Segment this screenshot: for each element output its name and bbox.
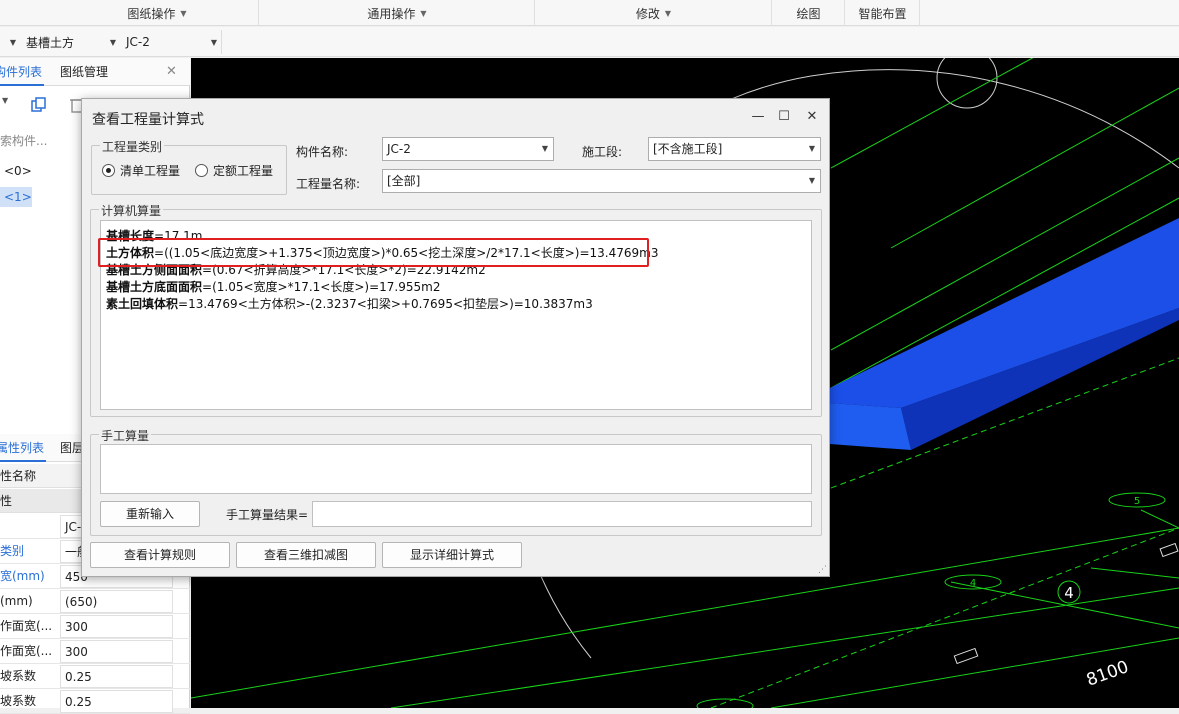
qty-type-group: 工程量类别 清单工程量 定额工程量 bbox=[91, 138, 287, 195]
ribbon-group-smart-layout[interactable]: 智能布置 bbox=[846, 0, 920, 26]
tab-drawing-manager[interactable]: 图纸管理 bbox=[60, 58, 108, 86]
floor-select[interactable]: ▼ bbox=[0, 30, 20, 54]
ribbon-group-common-ops[interactable]: 通用操作 ▼ bbox=[260, 0, 535, 26]
prop-row: 坡系数 0.25 bbox=[0, 664, 190, 689]
close-icon[interactable]: ✕ bbox=[166, 58, 177, 86]
maximize-icon[interactable]: ☐ bbox=[774, 107, 794, 127]
ribbon-group-draw[interactable]: 绘图 bbox=[773, 0, 845, 26]
ribbon-group-modify[interactable]: 修改 ▼ bbox=[536, 0, 772, 26]
close-icon[interactable]: ✕ bbox=[802, 107, 822, 127]
radio-list-quantity[interactable]: 清单工程量 bbox=[102, 162, 180, 179]
axis-number-label: 4 bbox=[1064, 584, 1074, 602]
component-selector-bar: ▼ 基槽土方 ▼ JC-2 ▼ bbox=[0, 27, 1179, 57]
prop-row: 作面宽(... 300 bbox=[0, 614, 190, 639]
dialog-title: 查看工程量计算式 bbox=[92, 112, 204, 128]
quantity-formula-dialog: 查看工程量计算式 — ☐ ✕ 工程量类别 清单工程量 定额工程量 构件名称: J… bbox=[81, 98, 830, 577]
radio-quota-quantity[interactable]: 定额工程量 bbox=[195, 162, 273, 179]
chevron-down-icon: ▼ bbox=[664, 8, 672, 18]
reinput-button[interactable]: 重新输入 bbox=[100, 501, 200, 527]
ribbon-toolbar: 图纸操作 ▼ 通用操作 ▼ 修改 ▼ 绘图 智能布置 bbox=[0, 0, 1179, 26]
radio-selected-icon bbox=[102, 164, 115, 177]
component-type-select[interactable]: 基槽土方 ▼ bbox=[20, 30, 120, 54]
highlight-annotation bbox=[98, 238, 649, 267]
radio-unselected-icon bbox=[195, 164, 208, 177]
manual-result-label: 手工算量结果= bbox=[226, 508, 309, 522]
chevron-down-icon: ▼ bbox=[808, 144, 815, 153]
prop-row: 坡系数 0.25 bbox=[0, 689, 190, 714]
stage-label: 施工段: bbox=[582, 145, 623, 159]
qty-name-label: 工程量名称: bbox=[296, 177, 361, 191]
stage-select[interactable]: [不含施工段] ▼ bbox=[648, 137, 821, 161]
view-calc-rules-button[interactable]: 查看计算规则 bbox=[90, 542, 230, 568]
prop-row: 作面宽(... 300 bbox=[0, 639, 190, 664]
minimize-icon[interactable]: — bbox=[748, 107, 768, 127]
resize-grip-icon[interactable]: ⋰ bbox=[818, 565, 827, 575]
chevron-down-icon: ▼ bbox=[541, 144, 548, 153]
manual-result-field[interactable] bbox=[312, 501, 812, 527]
component-name-label: 构件名称: bbox=[296, 145, 349, 159]
copy-icon[interactable] bbox=[30, 96, 48, 114]
axis-bubble-label: 5 bbox=[1134, 496, 1140, 507]
formula-line: 基槽土方底面面积=(1.05<宽度>*17.1<长度>)=17.955m2 bbox=[106, 280, 441, 294]
formula-line: 素土回填体积=13.4769<土方体积>-(2.3237<扣梁>+0.7695<… bbox=[106, 297, 593, 311]
dimension-label: 8100 bbox=[1084, 657, 1131, 691]
chevron-down-icon: ▼ bbox=[9, 37, 16, 47]
component-name-select[interactable]: JC-2 ▼ bbox=[120, 30, 222, 54]
chevron-down-icon: ▼ bbox=[420, 8, 427, 18]
chevron-down-icon: ▼ bbox=[180, 8, 187, 18]
tree-item-selected[interactable]: <1> bbox=[0, 187, 32, 207]
component-tabs: 构件列表 图纸管理 ✕ bbox=[0, 58, 190, 86]
tab-property-list[interactable]: 属性列表 bbox=[0, 434, 46, 462]
ribbon-group-drawing-ops[interactable]: 图纸操作 ▼ bbox=[56, 0, 259, 26]
axis-bubble-label: 4 bbox=[970, 578, 976, 589]
component-name-select[interactable]: JC-2 ▼ bbox=[382, 137, 554, 161]
view-3d-deduction-button[interactable]: 查看三维扣减图 bbox=[236, 542, 376, 568]
chevron-down-icon: ▼ bbox=[109, 37, 116, 47]
manual-calc-group: 手工算量 重新输入 手工算量结果= bbox=[90, 427, 822, 536]
prop-row: (mm) (650) bbox=[0, 589, 190, 614]
show-detailed-formula-button[interactable]: 显示详细计算式 bbox=[382, 542, 522, 568]
qty-name-select[interactable]: [全部] ▼ bbox=[382, 169, 821, 193]
manual-input-area[interactable] bbox=[100, 444, 812, 494]
chevron-down-icon: ▼ bbox=[808, 176, 815, 185]
tab-component-list[interactable]: 构件列表 bbox=[0, 58, 44, 86]
chevron-down-icon: ▼ bbox=[210, 37, 217, 47]
chevron-down-icon[interactable]: ▼ bbox=[2, 96, 8, 105]
tree-item[interactable]: <0> bbox=[4, 164, 32, 178]
